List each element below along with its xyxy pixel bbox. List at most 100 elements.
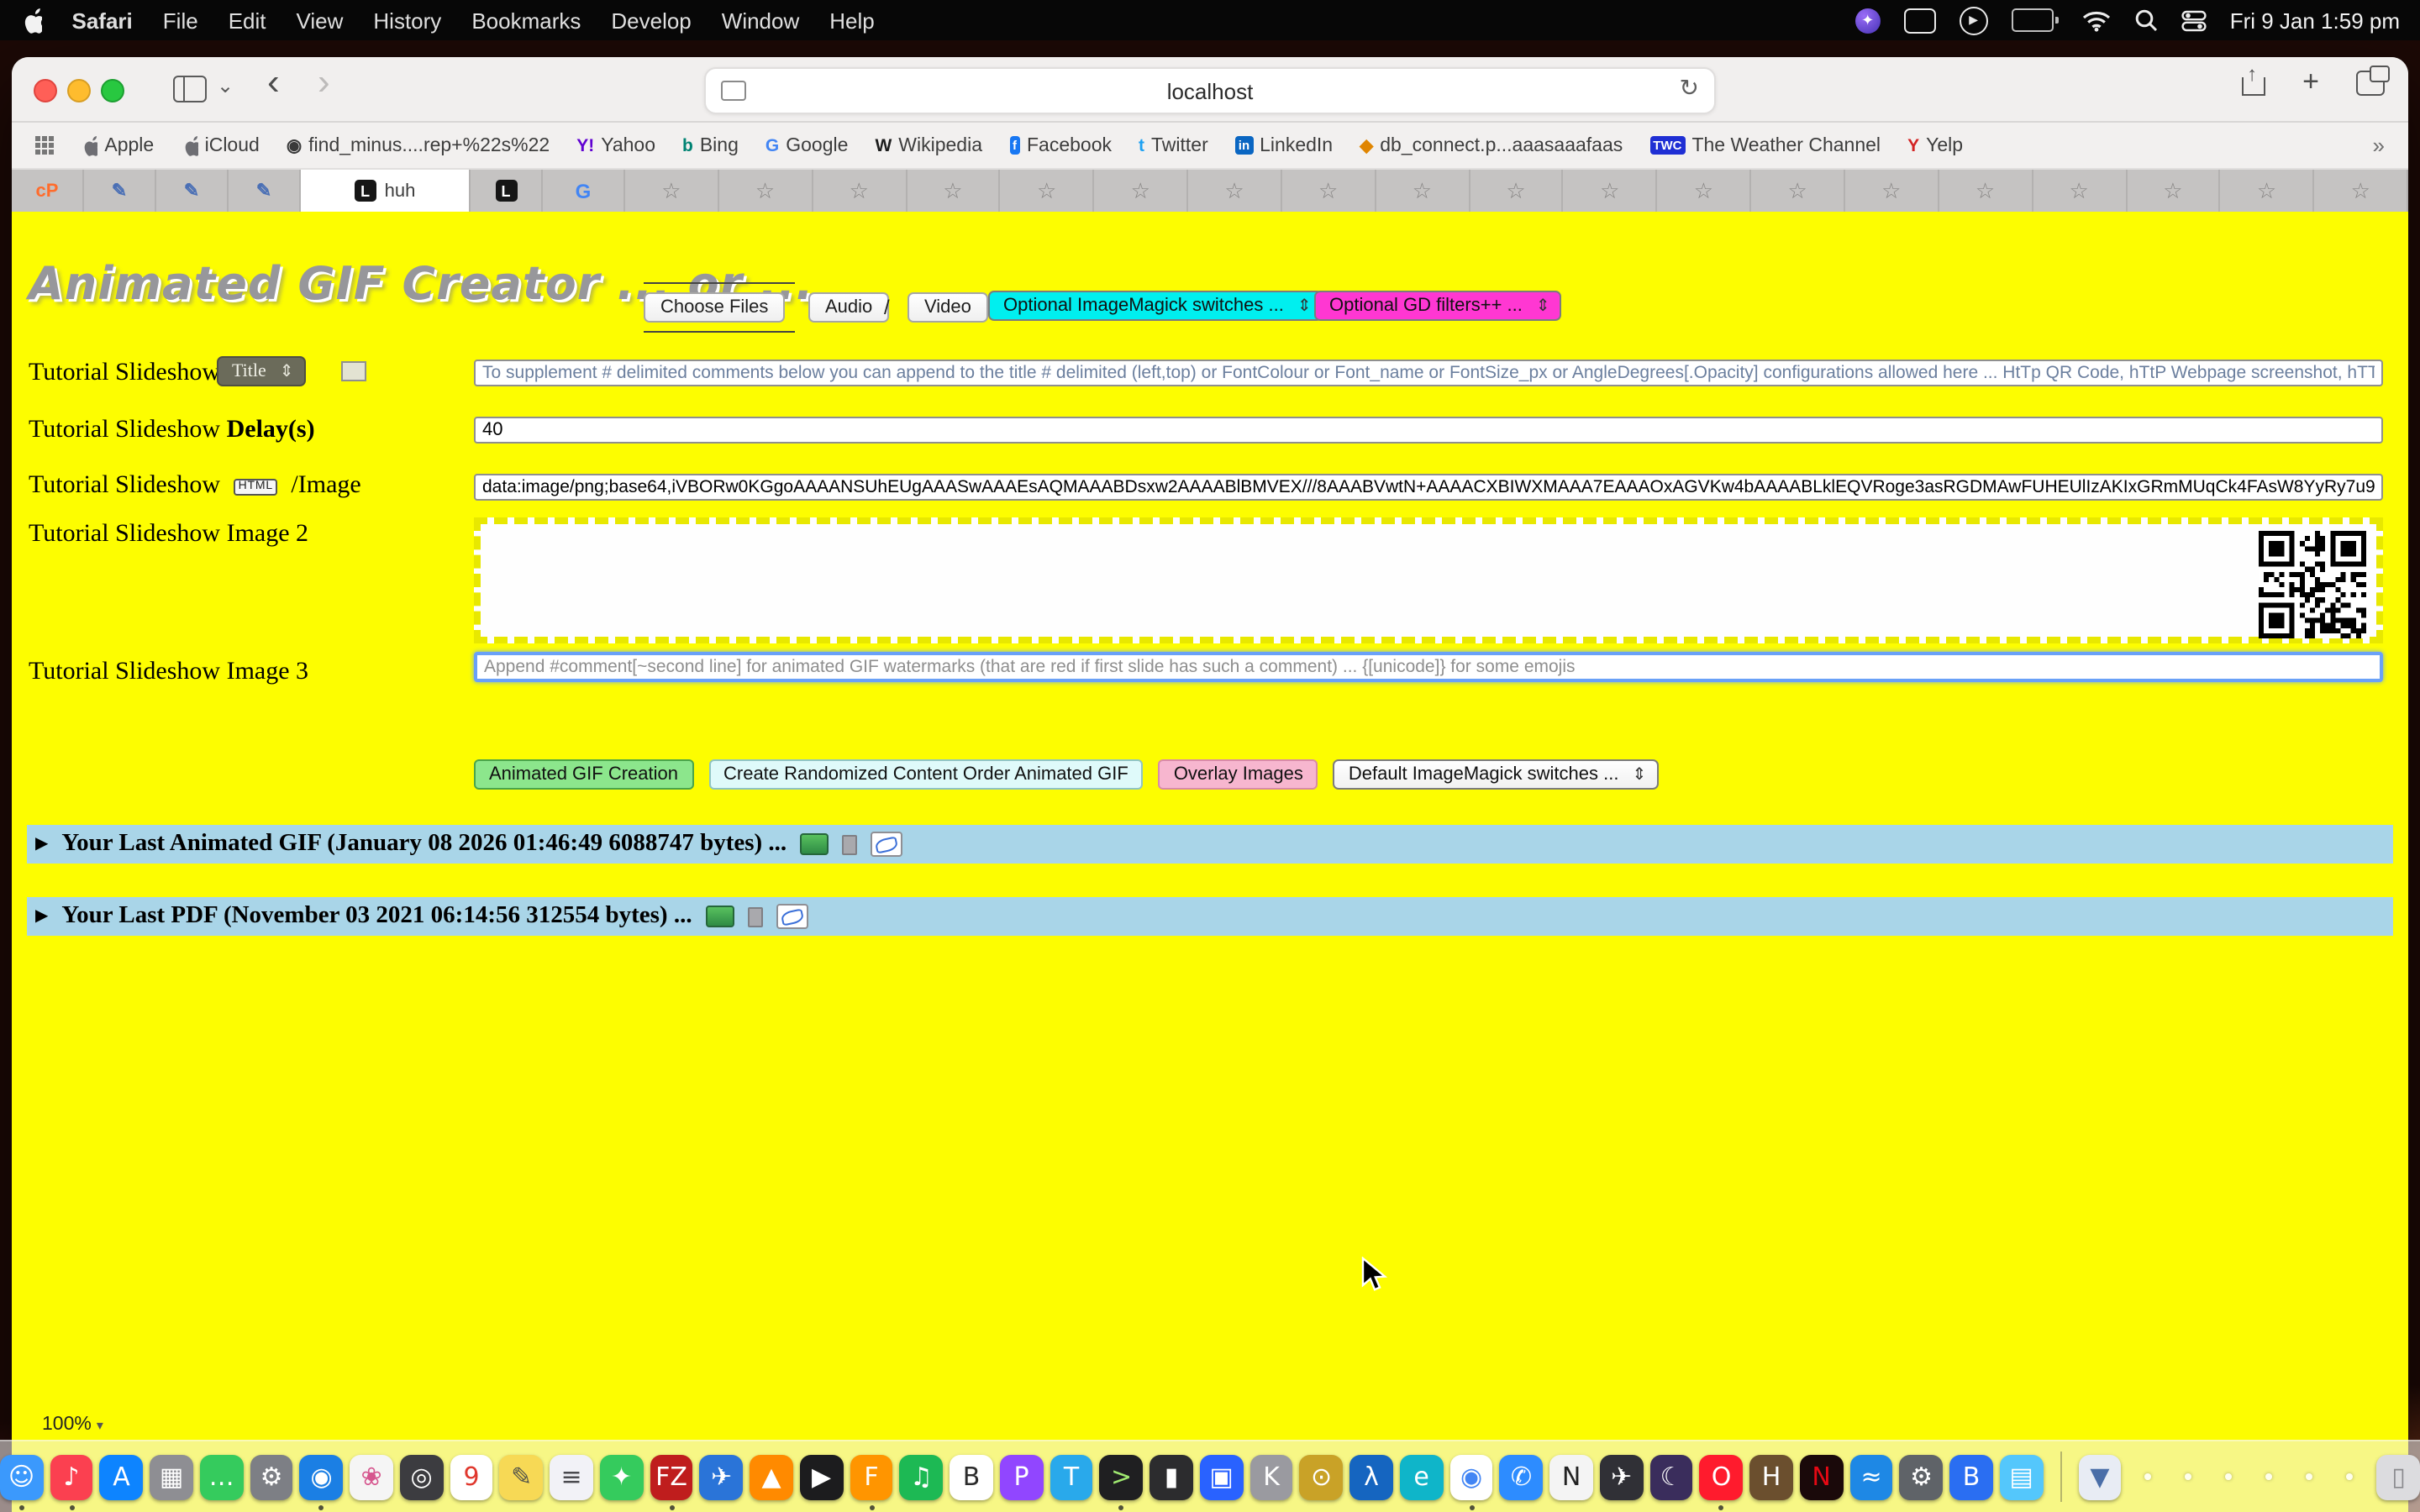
dock-utilities-icon[interactable]: ⚙ bbox=[1900, 1454, 1944, 1499]
bookmark-linkedin[interactable]: inLinkedIn bbox=[1235, 135, 1333, 155]
dock-docs-icon[interactable]: ▣ bbox=[1200, 1454, 1244, 1499]
tab-empty-11[interactable]: ☆ bbox=[1564, 170, 1658, 212]
bookmark-facebook[interactable]: fFacebook bbox=[1009, 135, 1112, 155]
dock-launchpad-icon[interactable]: ▦ bbox=[150, 1454, 193, 1499]
dock-notion-icon[interactable]: N bbox=[1549, 1454, 1593, 1499]
dock-iterm-icon[interactable]: ▮ bbox=[1150, 1454, 1193, 1499]
tab-editor-1[interactable]: ✎ bbox=[84, 170, 156, 212]
forward-button[interactable]: › bbox=[318, 64, 330, 101]
minimize-window-button[interactable] bbox=[67, 79, 91, 102]
menu-develop[interactable]: Develop bbox=[611, 8, 691, 33]
tab-empty-14[interactable]: ☆ bbox=[1845, 170, 1939, 212]
tab-l-site[interactable]: L bbox=[471, 170, 543, 212]
dock-edge-icon[interactable]: e bbox=[1400, 1454, 1444, 1499]
dock-chrome-icon[interactable]: ◉ bbox=[1449, 1454, 1493, 1499]
bookmark-wikipedia[interactable]: WWikipedia bbox=[875, 135, 982, 155]
apple-menu-icon[interactable] bbox=[20, 7, 42, 34]
last-pdf-bar[interactable]: ▶ Your Last PDF (November 03 2021 06:14:… bbox=[27, 897, 2393, 936]
disclosure-triangle-icon[interactable]: ▶ bbox=[35, 907, 48, 926]
tab-empty-1[interactable]: ☆ bbox=[625, 170, 719, 212]
menu-file[interactable]: File bbox=[163, 8, 198, 33]
dock-tv-icon[interactable]: ▶ bbox=[800, 1454, 844, 1499]
wifi-icon[interactable] bbox=[2082, 7, 2111, 34]
menu-window[interactable]: Window bbox=[722, 8, 800, 33]
html-image-input[interactable] bbox=[474, 474, 2383, 501]
video-button[interactable]: Video bbox=[908, 292, 988, 323]
disclosure-triangle-icon[interactable]: ▶ bbox=[35, 835, 48, 853]
bookmark-the-weather-channel[interactable]: TWCThe Weather Channel bbox=[1649, 135, 1881, 155]
choose-files-button[interactable]: Choose Files bbox=[644, 292, 785, 323]
bookmark-icloud[interactable]: iCloud bbox=[181, 135, 260, 155]
dock-app-store-icon[interactable]: A bbox=[100, 1454, 144, 1499]
tab-cpanel[interactable]: cP bbox=[12, 170, 84, 212]
menu-bar-clock[interactable]: Fri 9 Jan 1:59 pm bbox=[2230, 8, 2400, 33]
bookmark-yahoo[interactable]: Y!Yahoo bbox=[576, 135, 655, 155]
tab-empty-9[interactable]: ☆ bbox=[1376, 170, 1470, 212]
tab-empty-5[interactable]: ☆ bbox=[1001, 170, 1095, 212]
zoom-indicator[interactable]: 100% ▾ bbox=[42, 1415, 103, 1435]
dock-bluetooth-icon[interactable]: B bbox=[1949, 1454, 1993, 1499]
new-tab-button[interactable]: + bbox=[2302, 69, 2319, 96]
dock-files-icon[interactable]: ▤ bbox=[2000, 1454, 2044, 1499]
share-icon[interactable] bbox=[2242, 69, 2265, 96]
dock-camera-icon[interactable]: ◎ bbox=[400, 1454, 444, 1499]
dock-homebrew-icon[interactable]: H bbox=[1749, 1454, 1793, 1499]
audio-button[interactable]: Audio bbox=[808, 292, 889, 323]
menu-view[interactable]: View bbox=[297, 8, 344, 33]
overlay-images-button[interactable]: Overlay Images bbox=[1159, 759, 1318, 790]
bookmark-db-connect-p-aaasaaafaas[interactable]: ◆db_connect.p...aaasaaafaas bbox=[1360, 135, 1623, 155]
dock-keyboard-icon[interactable]: K bbox=[1249, 1454, 1293, 1499]
image3-input[interactable] bbox=[474, 652, 2383, 682]
search-icon[interactable] bbox=[2134, 7, 2158, 34]
gif-preview-icon[interactable] bbox=[800, 833, 829, 855]
bookmark-google[interactable]: GGoogle bbox=[765, 135, 849, 155]
back-button[interactable]: ‹ bbox=[267, 64, 280, 101]
title-config-input[interactable] bbox=[474, 360, 2383, 386]
imagemagick-switches-select[interactable]: Optional ImageMagick switches ...⇕ bbox=[988, 291, 1323, 321]
dock-vlc-icon[interactable]: ▲ bbox=[750, 1454, 793, 1499]
last-animated-gif-bar[interactable]: ▶ Your Last Animated GIF (January 08 202… bbox=[27, 825, 2393, 864]
dock-paper-plane-icon[interactable]: ✈ bbox=[1600, 1454, 1644, 1499]
dock-messages-icon[interactable]: … bbox=[200, 1454, 244, 1499]
tab-huh[interactable]: Lhuh bbox=[301, 170, 471, 212]
dock-filezilla-icon[interactable]: FZ bbox=[650, 1454, 693, 1499]
gd-filters-select[interactable]: Optional GD filters++ ...⇕ bbox=[1314, 291, 1562, 321]
dock-trash-icon[interactable]: ▯ bbox=[2377, 1454, 2420, 1499]
input-source-icon[interactable] bbox=[1904, 8, 1936, 33]
image2-dropzone[interactable] bbox=[474, 517, 2383, 643]
dock-system-settings-icon[interactable]: ⚙ bbox=[250, 1454, 293, 1499]
dock-firefox-icon[interactable]: F bbox=[850, 1454, 893, 1499]
dock-zoom-icon[interactable]: ✆ bbox=[1500, 1454, 1544, 1499]
tab-empty-13[interactable]: ☆ bbox=[1751, 170, 1845, 212]
dock-luna-icon[interactable]: ☾ bbox=[1649, 1454, 1693, 1499]
dock-reminders-icon[interactable]: ≡ bbox=[550, 1454, 593, 1499]
tab-empty-15[interactable]: ☆ bbox=[1939, 170, 2033, 212]
dock-spotify-icon[interactable]: ♫ bbox=[900, 1454, 944, 1499]
dock-opera-icon[interactable]: O bbox=[1700, 1454, 1744, 1499]
dock-transmit-icon[interactable]: ✈ bbox=[700, 1454, 744, 1499]
bookmark-bing[interactable]: bBing bbox=[682, 135, 739, 155]
animated-gif-creation-button[interactable]: Animated GIF Creation bbox=[474, 759, 693, 790]
dock-photos-icon[interactable]: ❀ bbox=[350, 1454, 393, 1499]
dock-automator-icon[interactable]: ⊙ bbox=[1300, 1454, 1344, 1499]
menu-help[interactable]: Help bbox=[829, 8, 875, 33]
small-file-icon[interactable] bbox=[842, 834, 857, 854]
tab-empty-4[interactable]: ☆ bbox=[907, 170, 1001, 212]
tab-empty-18[interactable]: ☆ bbox=[2221, 170, 2315, 212]
menu-edit[interactable]: Edit bbox=[229, 8, 266, 33]
randomized-gif-button[interactable]: Create Randomized Content Order Animated… bbox=[708, 759, 1144, 790]
close-window-button[interactable] bbox=[34, 79, 57, 102]
html-chip[interactable]: HTML bbox=[234, 478, 278, 495]
title-colour-well[interactable] bbox=[341, 361, 366, 381]
bookmark-find-minus-rep-22s-22[interactable]: ◉find_minus....rep+%22s%22 bbox=[287, 135, 550, 155]
dock-safari-icon[interactable]: ◉ bbox=[300, 1454, 344, 1499]
tab-empty-2[interactable]: ☆ bbox=[719, 170, 813, 212]
pdf-preview-icon[interactable] bbox=[706, 906, 734, 927]
dock-calendar-icon[interactable]: 9 bbox=[450, 1454, 493, 1499]
tab-empty-17[interactable]: ☆ bbox=[2127, 170, 2221, 212]
site-settings-icon[interactable] bbox=[721, 81, 746, 101]
menu-bookmarks[interactable]: Bookmarks bbox=[471, 8, 581, 33]
reload-icon[interactable]: ↻ bbox=[1680, 74, 1699, 102]
dock-water-icon[interactable]: ≈ bbox=[1849, 1454, 1893, 1499]
dock-notes-icon[interactable]: ✎ bbox=[500, 1454, 544, 1499]
